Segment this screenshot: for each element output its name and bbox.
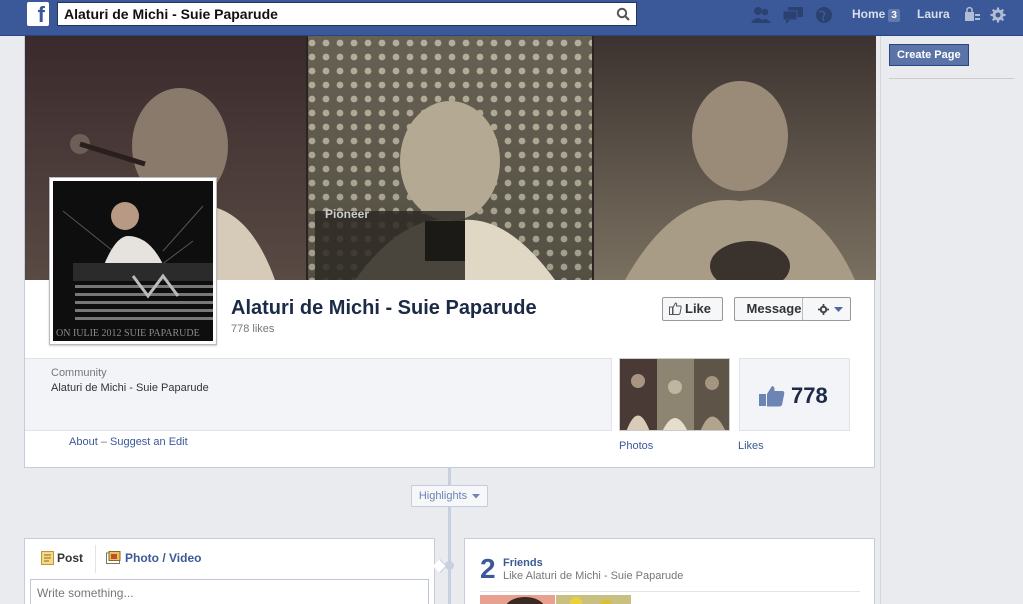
about-link[interactable]: About [69, 436, 98, 448]
top-bar: f Home3 Laura [0, 0, 1023, 36]
composer-pointer [432, 558, 448, 574]
page-options-button[interactable] [802, 297, 851, 321]
likes-count: 778 likes [231, 323, 275, 335]
tab-divider [95, 545, 96, 573]
category-value: Alaturi de Michi - Suie Paparude [51, 382, 209, 394]
likes-label[interactable]: Likes [738, 440, 764, 452]
composer-box: Post Photo / Video Write something... [24, 538, 448, 604]
friends-count: 2 [480, 553, 496, 584]
search-input[interactable] [58, 3, 598, 25]
category-label: Community [51, 367, 107, 379]
divider [480, 591, 860, 592]
photos-app-thumb[interactable] [619, 358, 730, 431]
friend-photo[interactable] [480, 595, 555, 604]
divider [889, 78, 1014, 79]
friends-box: 2 Friends Like Alaturi de Michi - Suie P… [464, 538, 875, 604]
home-label: Home [852, 7, 886, 21]
chevron-down-icon [834, 307, 843, 312]
highlights-label: Highlights [418, 490, 468, 502]
likes-number: 778 [791, 383, 828, 408]
about-links: About – Suggest an Edit [69, 436, 188, 448]
about-separator: – [100, 436, 107, 448]
photo-video-tab[interactable]: Photo / Video [106, 551, 201, 565]
create-page-button[interactable]: Create Page [889, 44, 969, 66]
friend-photo[interactable] [556, 595, 631, 604]
about-box: Community Alaturi de Michi - Suie Paparu… [25, 358, 612, 431]
friends-subtitle: Like Alaturi de Michi - Suie Paparude [503, 570, 684, 582]
facebook-logo[interactable]: f [27, 2, 49, 26]
like-button[interactable]: Like [662, 297, 723, 321]
settings-gear-icon[interactable] [990, 6, 1006, 24]
status-input[interactable]: Write something... [30, 579, 429, 604]
privacy-shortcuts-icon[interactable] [963, 6, 981, 24]
likes-thumbs-up-icon [759, 386, 785, 407]
right-column: Create Page [880, 36, 1023, 604]
photo-video-label: Photo / Video [125, 551, 202, 565]
svg-text:Pioneer: Pioneer [325, 207, 369, 221]
photos-thumbnail-image [620, 359, 729, 430]
chevron-down-icon [472, 494, 481, 499]
like-label: Like [685, 301, 712, 316]
notifications-globe-icon[interactable] [813, 6, 835, 24]
note-icon [41, 551, 54, 565]
messages-icon[interactable] [782, 6, 804, 24]
photos-label[interactable]: Photos [619, 440, 653, 452]
photo-icon [106, 551, 121, 564]
suggest-edit-link[interactable]: Suggest an Edit [110, 436, 188, 448]
profile-caption: ON IULIE 2012 SUIE PAPARUDE [56, 328, 200, 339]
likes-app-box[interactable]: 778 [739, 358, 850, 431]
post-tab[interactable]: Post [41, 551, 83, 565]
thumbs-up-icon [669, 302, 682, 315]
profile-photo-image: ON IULIE 2012 SUIE PAPARUDE [53, 181, 213, 341]
page-header-card: Pioneer ON IULIE 2012 SUIE PAPARUDE Alat… [24, 36, 876, 468]
search-icon[interactable] [616, 7, 630, 21]
friends-title[interactable]: Friends [503, 557, 543, 569]
profile-picture[interactable]: ON IULIE 2012 SUIE PAPARUDE [49, 177, 217, 345]
profile-link[interactable]: Laura [917, 7, 950, 21]
gear-icon [818, 304, 829, 315]
friend-requests-icon[interactable] [750, 6, 772, 24]
highlights-dropdown[interactable]: Highlights [411, 485, 488, 507]
page-title: Alaturi de Michi - Suie Paparude [231, 297, 537, 319]
home-count-badge: 3 [888, 9, 900, 22]
search-box[interactable] [57, 2, 637, 26]
post-tab-label: Post [57, 551, 84, 565]
home-link[interactable]: Home 3 [852, 7, 900, 22]
